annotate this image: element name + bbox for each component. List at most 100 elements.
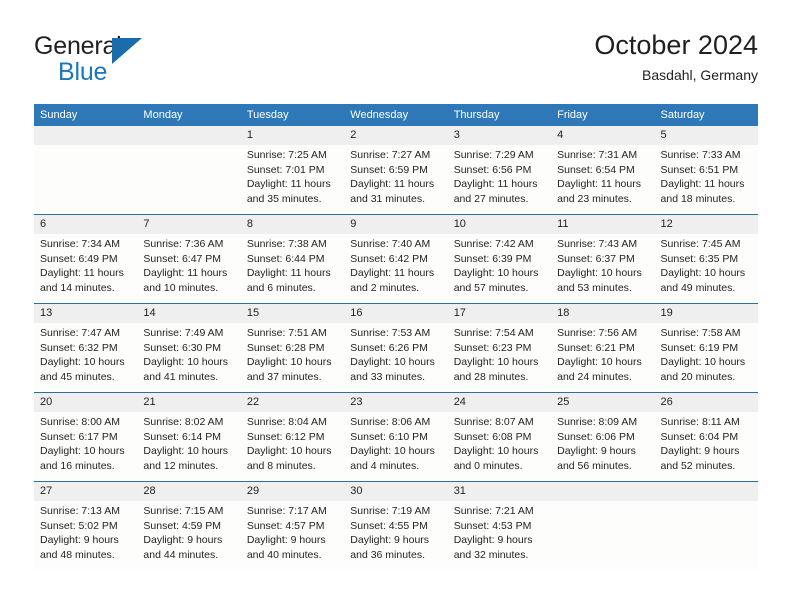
day-cell[interactable]: Sunrise: 8:11 AM Sunset: 6:04 PM Daylight:…	[655, 412, 758, 481]
day-cell[interactable]: Sunrise: 8:07 AM Sunset: 6:08 PM Daylight:…	[448, 412, 551, 481]
day-info-line: Sunrise: 7:34 AM	[40, 238, 120, 250]
day-cell[interactable]: Sunrise: 7:25 AM Sunset: 7:01 PM Daylight:…	[241, 145, 344, 214]
day-number[interactable]: 24	[448, 393, 551, 412]
day-number[interactable]: 13	[34, 304, 137, 323]
title-block: October 2024 Basdahl, Germany	[594, 28, 758, 85]
day-number[interactable]: 7	[137, 215, 240, 234]
day-cell[interactable]: Sunrise: 7:56 AM Sunset: 6:21 PM Daylight:…	[551, 323, 654, 392]
day-cell[interactable]: Sunrise: 7:51 AM Sunset: 6:28 PM Daylight:…	[241, 323, 344, 392]
day-cell[interactable]: Sunrise: 8:09 AM Sunset: 6:06 PM Daylight:…	[551, 412, 654, 481]
day-info-line: Sunset: 6:30 PM	[143, 341, 222, 354]
day-cell[interactable]: Sunrise: 7:27 AM Sunset: 6:59 PM Daylight:…	[344, 145, 447, 214]
day-cell[interactable]: Sunrise: 7:47 AM Sunset: 6:32 PM Daylight:…	[34, 323, 137, 392]
day-info-line: and 2 minutes.	[350, 281, 420, 294]
day-info-line: Sunset: 4:53 PM	[453, 519, 532, 532]
day-info-strip: Sunrise: 7:34 AM Sunset: 6:49 PM Daylight:…	[34, 234, 758, 303]
day-number[interactable]: 27	[34, 482, 137, 501]
day-number[interactable]: 18	[551, 304, 654, 323]
day-cell[interactable]: Sunrise: 7:40 AM Sunset: 6:42 PM Daylight:…	[344, 234, 447, 303]
day-cell[interactable]: Sunrise: 7:15 AM Sunset: 4:59 PM Daylight:…	[137, 501, 240, 570]
day-number[interactable]: 16	[344, 304, 447, 323]
day-info-strip: Sunrise: 7:25 AM Sunset: 7:01 PM Daylight:…	[34, 145, 758, 214]
day-cell[interactable]: Sunrise: 7:42 AM Sunset: 6:39 PM Daylight:…	[448, 234, 551, 303]
day-number[interactable]: 26	[655, 393, 758, 412]
day-number[interactable]: 29	[241, 482, 344, 501]
day-info-line: and 18 minutes.	[660, 192, 736, 205]
day-info-line: Sunrise: 8:06 AM	[350, 416, 431, 428]
day-number[interactable]: 14	[137, 304, 240, 323]
day-info-line: Daylight: 10 hours	[453, 267, 539, 279]
day-cell[interactable]: Sunrise: 7:31 AM Sunset: 6:54 PM Daylight:…	[551, 145, 654, 214]
general-blue-logo[interactable]: General Blue	[34, 34, 274, 96]
calendar-week-row: 20 21 22 23 24 25 26 Sunrise: 8:00 AM Sunset: 6:…	[34, 392, 758, 481]
day-info-strip: Sunrise: 7:13 AM Sunset: 5:02 PM Daylight:…	[34, 501, 758, 570]
day-info-line: Sunset: 6:51 PM	[660, 163, 739, 176]
day-number[interactable]: 6	[34, 215, 137, 234]
day-number[interactable]: 21	[137, 393, 240, 412]
day-info-line: and 8 minutes.	[246, 459, 316, 472]
day-cell[interactable]: Sunrise: 8:06 AM Sunset: 6:10 PM Daylight:…	[344, 412, 447, 481]
day-cell[interactable]: Sunrise: 7:21 AM Sunset: 4:53 PM Daylight:…	[448, 501, 551, 570]
day-cell[interactable]: Sunrise: 7:43 AM Sunset: 6:37 PM Daylight:…	[551, 234, 654, 303]
day-info-line: Sunset: 6:49 PM	[40, 252, 118, 265]
day-info-line: Daylight: 11 hours	[246, 267, 331, 279]
day-cell[interactable]: Sunrise: 7:45 AM Sunset: 6:35 PM Daylight:…	[655, 234, 758, 303]
day-cell[interactable]: Sunrise: 7:19 AM Sunset: 4:55 PM Daylight:…	[344, 501, 447, 570]
day-number[interactable]: 9	[344, 215, 447, 234]
day-number[interactable]: 4	[551, 126, 654, 145]
weekday-header-thursday: Thursday	[453, 109, 500, 121]
day-cell[interactable]: Sunrise: 7:36 AM Sunset: 6:47 PM Daylight:…	[137, 234, 240, 303]
day-info-line: Daylight: 10 hours	[660, 267, 746, 279]
day-info-line: Sunset: 6:21 PM	[557, 341, 635, 354]
day-number-strip: 6 7 8 9 10 11 12	[34, 215, 758, 234]
day-number[interactable]: 10	[448, 215, 551, 234]
day-number[interactable]: 30	[344, 482, 447, 501]
day-number[interactable]: 11	[551, 215, 654, 234]
day-number[interactable]: 23	[344, 393, 447, 412]
day-cell[interactable]: Sunrise: 8:02 AM Sunset: 6:14 PM Daylight:…	[137, 412, 240, 481]
day-number-strip: 12345	[34, 126, 758, 145]
day-cell[interactable]: Sunrise: 7:49 AM Sunset: 6:30 PM Daylight:…	[137, 323, 240, 392]
day-cell[interactable]: Sunrise: 7:17 AM Sunset: 4:57 PM Daylight:…	[241, 501, 344, 570]
day-info-line: and 49 minutes.	[660, 281, 736, 294]
day-number[interactable]: 3	[448, 126, 551, 145]
day-number[interactable]: 2	[344, 126, 447, 145]
day-number[interactable]: 12	[655, 215, 758, 234]
day-cell[interactable]: Sunrise: 7:33 AM Sunset: 6:51 PM Daylight:…	[655, 145, 758, 214]
day-number[interactable]: 22	[241, 393, 344, 412]
day-info-line: Daylight: 10 hours	[453, 356, 539, 368]
day-number[interactable]: 17	[448, 304, 551, 323]
day-info-line: Daylight: 11 hours	[143, 267, 228, 279]
weekday-header-row: Sunday Monday Tuesday Wednesday Thursday Frid…	[34, 104, 758, 126]
day-cell[interactable]: Sunrise: 7:13 AM Sunset: 5:02 PM Daylight:…	[34, 501, 137, 570]
day-info-line: Sunrise: 8:02 AM	[143, 416, 224, 428]
day-number[interactable]: 20	[34, 393, 137, 412]
day-number-empty	[137, 126, 240, 145]
day-number[interactable]: 28	[137, 482, 240, 501]
day-info-line: Sunset: 6:23 PM	[453, 341, 532, 354]
day-info-line: and 0 minutes.	[453, 459, 523, 472]
day-number-strip: 13 14 15 16 17 18 19	[34, 304, 758, 323]
day-number[interactable]: 8	[241, 215, 344, 234]
calendar-weeks: 1 2 3 4 5 Sunrise: 7:25 AM Sunset: 7:01 PM Dayl…	[34, 126, 758, 570]
day-info-line: Sunset: 6:10 PM	[350, 430, 428, 443]
day-cell[interactable]: Sunrise: 7:38 AM Sunset: 6:44 PM Daylight:…	[241, 234, 344, 303]
day-cell[interactable]: Sunrise: 7:54 AM Sunset: 6:23 PM Daylight:…	[448, 323, 551, 392]
day-info-line: Sunrise: 8:07 AM	[453, 416, 534, 428]
day-cell[interactable]: Sunrise: 7:58 AM Sunset: 6:19 PM Daylight:…	[655, 323, 758, 392]
day-cell[interactable]: Sunrise: 8:00 AM Sunset: 6:17 PM Daylight:…	[34, 412, 137, 481]
day-info-line: and 14 minutes.	[40, 281, 115, 294]
day-number[interactable]: 19	[655, 304, 758, 323]
day-number-empty	[34, 126, 137, 145]
day-cell[interactable]: Sunrise: 7:53 AM Sunset: 6:26 PM Daylight:…	[344, 323, 447, 392]
day-number[interactable]: 1	[241, 126, 344, 145]
day-cell[interactable]: Sunrise: 7:29 AM Sunset: 6:56 PM Daylight:…	[448, 145, 551, 214]
day-number[interactable]: 25	[551, 393, 654, 412]
day-number[interactable]: 15	[241, 304, 344, 323]
day-cell[interactable]: Sunrise: 7:34 AM Sunset: 6:49 PM Daylight:…	[34, 234, 137, 303]
day-number[interactable]: 31	[448, 482, 551, 501]
day-info-line: Sunset: 7:01 PM	[246, 163, 325, 176]
day-cell[interactable]: Sunrise: 8:04 AM Sunset: 6:12 PM Daylight:…	[241, 412, 344, 481]
day-number[interactable]: 5	[655, 126, 758, 145]
day-info-line: and 31 minutes.	[350, 192, 425, 205]
